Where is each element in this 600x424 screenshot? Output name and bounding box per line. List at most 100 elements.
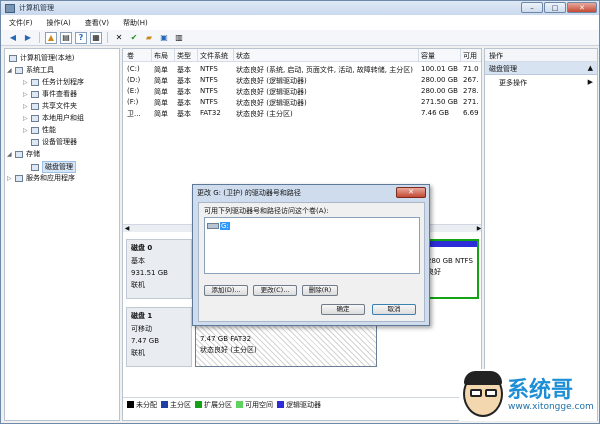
actions-pane: 操作 磁盘管理 ▲ 更多操作 ▶ — [484, 48, 598, 421]
tree-system-tools[interactable]: ◢ 系统工具 — [7, 65, 54, 75]
drive-path-entry[interactable]: G: — [207, 221, 230, 230]
volume-row[interactable]: (D:) 简单 基本 NTFS 状态良好 (逻辑驱动器) 280.00 GB 2… — [123, 75, 481, 86]
disk-1-card[interactable]: 磁盘 1 可移动 7.47 GB 联机 — [126, 307, 192, 367]
volume-row[interactable]: (C:) 简单 基本 NTFS 状态良好 (系统, 启动, 页面文件, 活动, … — [123, 64, 481, 75]
tree-performance[interactable]: ▷ 性能 — [23, 125, 56, 135]
legend-swatch — [195, 401, 202, 408]
legend-item: 扩展分区 — [195, 400, 232, 410]
tree-services[interactable]: ▷ 服务和应用程序 — [7, 173, 75, 183]
app-icon — [5, 3, 15, 13]
folder-icon — [31, 102, 39, 110]
close-button[interactable]: ✕ — [567, 2, 597, 13]
services-icon — [15, 174, 23, 182]
disk-name: 磁盘 1 — [131, 312, 153, 320]
partition-size: 280 GB NTFS — [427, 257, 473, 265]
clock-icon — [31, 78, 39, 86]
legend-item: 可用空间 — [236, 400, 273, 410]
add-button[interactable]: 添加(D)... — [204, 285, 248, 296]
scroll-left-icon[interactable]: ◀ — [123, 225, 131, 233]
watermark-logo: 系统哥 www.xitongge.com — [459, 369, 597, 421]
disk-status: 联机 — [131, 281, 145, 289]
dialog-body: 可用下列驱动器号和路径访问这个卷(A): G: 添加(D)... 更改(C)..… — [198, 202, 425, 322]
col-filesystem[interactable]: 文件系统 — [200, 51, 228, 61]
collapse-icon[interactable]: ▲ — [588, 64, 593, 72]
show-icon[interactable]: ▥ — [173, 32, 185, 44]
maximize-button[interactable]: □ — [544, 2, 566, 13]
computer-icon — [9, 54, 17, 62]
performance-icon — [31, 126, 39, 134]
actions-section-disk-management[interactable]: 磁盘管理 ▲ — [485, 62, 597, 75]
toolbar: ◀ ▶ ▲ ▤ ? ▦ ✕ ✔ ▰ ▣ ▥ — [1, 30, 599, 46]
menu-view[interactable]: 查看(V) — [85, 18, 109, 28]
tree-task-scheduler[interactable]: ▷ 任务计划程序 — [23, 77, 84, 87]
drive-icon — [207, 222, 219, 229]
legend-swatch — [277, 401, 284, 408]
device-icon — [31, 138, 39, 146]
ok-button[interactable]: 确定 — [321, 304, 365, 315]
watermark-url: www.xitongge.com — [508, 402, 594, 412]
change-button[interactable]: 更改(C)... — [253, 285, 297, 296]
disk-type: 可移动 — [131, 325, 152, 333]
col-free[interactable]: 可用 — [463, 51, 477, 61]
col-layout[interactable]: 布局 — [154, 51, 168, 61]
minimize-button[interactable]: – — [521, 2, 543, 13]
title-bar: 计算机管理 — [1, 1, 599, 15]
forward-arrow-icon[interactable]: ▶ — [22, 32, 34, 44]
dialog-close-button[interactable]: ✕ — [396, 187, 426, 198]
disk-type: 基本 — [131, 257, 145, 265]
drive-path-list[interactable]: G: — [204, 217, 420, 274]
cancel-button[interactable]: 取消 — [372, 304, 416, 315]
disk-0-card[interactable]: 磁盘 0 基本 931.51 GB 联机 — [126, 239, 192, 299]
chevron-right-icon: ▶ — [587, 78, 593, 86]
disk0-partition[interactable]: 280 GB NTFS 良好 — [423, 239, 479, 299]
volume-row[interactable]: 卫... 简单 基本 FAT32 状态良好 (主分区) 7.46 GB 6.69 — [123, 108, 481, 119]
disk-status: 联机 — [131, 349, 145, 357]
legend-item: 主分区 — [161, 400, 191, 410]
tree-root[interactable]: 计算机管理(本地) — [9, 53, 74, 63]
help-icon[interactable]: ? — [75, 31, 87, 44]
disk-size: 7.47 GB — [131, 337, 160, 345]
menu-file[interactable]: 文件(F) — [9, 18, 33, 28]
legend-item: 未分配 — [127, 400, 157, 410]
menu-help[interactable]: 帮助(H) — [123, 18, 148, 28]
tree-event-viewer[interactable]: ▷ 事件查看器 — [23, 89, 77, 99]
actions-header: 操作 — [485, 49, 597, 62]
glasses-icon — [485, 389, 497, 397]
toolbar-separator — [107, 32, 108, 43]
event-icon — [31, 90, 39, 98]
volume-row[interactable]: (F:) 简单 基本 NTFS 状态良好 (逻辑驱动器) 271.50 GB 2… — [123, 97, 481, 108]
tree-storage[interactable]: ◢ 存储 — [7, 149, 40, 159]
legend-swatch — [127, 401, 134, 408]
delete-icon[interactable]: ✕ — [113, 32, 125, 44]
volume-row[interactable]: (E:) 简单 基本 NTFS 状态良好 (逻辑驱动器) 280.00 GB 2… — [123, 86, 481, 97]
legend-swatch — [161, 401, 168, 408]
watermark-brand: 系统哥 — [507, 378, 574, 403]
disk-icon — [31, 163, 39, 171]
menu-action[interactable]: 操作(A) — [47, 18, 71, 28]
tree-shared-folders[interactable]: ▷ 共享文件夹 — [23, 101, 77, 111]
remove-button[interactable]: 删除(R) — [302, 285, 338, 296]
console-icon[interactable]: ▦ — [90, 31, 102, 44]
partition-status: 状态良好 (主分区) — [200, 346, 257, 354]
back-arrow-icon[interactable]: ◀ — [7, 32, 19, 44]
tree-disk-management[interactable]: 磁盘管理 — [31, 161, 76, 173]
open-icon[interactable]: ▰ — [143, 32, 155, 44]
glasses-icon — [470, 389, 482, 397]
check-icon[interactable]: ✔ — [128, 32, 140, 44]
disk-size: 931.51 GB — [131, 269, 168, 277]
storage-icon — [15, 150, 23, 158]
up-folder-icon[interactable]: ▲ — [45, 31, 57, 44]
tree-local-users[interactable]: ▷ 本地用户和组 — [23, 113, 84, 123]
toolbar-separator — [39, 32, 40, 43]
legend-item: 逻辑驱动器 — [277, 400, 321, 410]
col-status[interactable]: 状态 — [236, 51, 250, 61]
col-type[interactable]: 类型 — [177, 51, 191, 61]
more-actions[interactable]: 更多操作 ▶ — [485, 75, 597, 91]
save-icon[interactable]: ▣ — [158, 32, 170, 44]
scroll-right-icon[interactable]: ▶ — [475, 225, 481, 233]
col-capacity[interactable]: 容量 — [421, 51, 435, 61]
properties-icon[interactable]: ▤ — [60, 31, 72, 44]
tree-device-manager[interactable]: 设备管理器 — [31, 137, 77, 147]
col-volume[interactable]: 卷 — [127, 51, 134, 61]
window-title: 计算机管理 — [19, 4, 54, 12]
